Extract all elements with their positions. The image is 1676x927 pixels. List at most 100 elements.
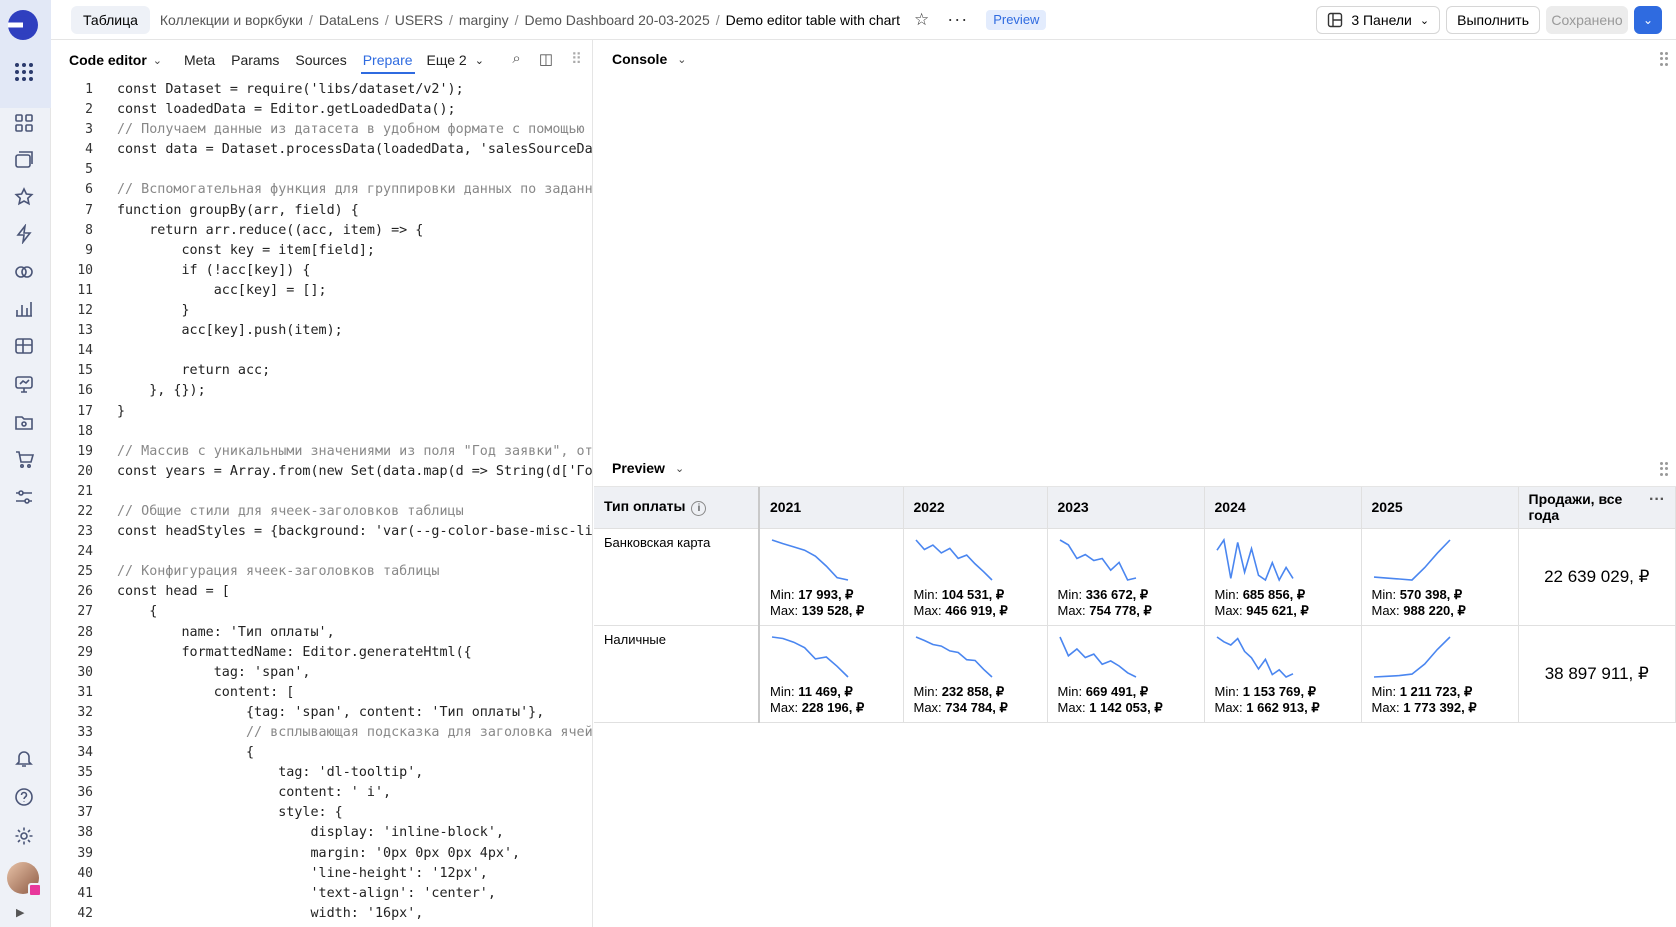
code-text[interactable]: margin: '0px 0px 0px 4px', bbox=[93, 844, 520, 864]
code-line[interactable]: 23 const headStyles = {background: 'var(-… bbox=[51, 522, 592, 542]
code-line[interactable]: 7 function groupBy(arr, field) { bbox=[51, 201, 592, 221]
code-line[interactable]: 10 if (!acc[key]) { bbox=[51, 261, 592, 281]
code-line[interactable]: 26 const head = [ bbox=[51, 582, 592, 602]
code-text[interactable]: width: '16px', bbox=[93, 904, 423, 924]
sparkline-chart[interactable] bbox=[914, 537, 994, 583]
code-line[interactable]: 4 const data = Dataset.processData(loaded… bbox=[51, 140, 592, 160]
editor-title[interactable]: Code editor bbox=[69, 52, 147, 68]
code-text[interactable]: tag: 'span', bbox=[93, 663, 311, 683]
sparkline-chart[interactable] bbox=[1372, 634, 1452, 680]
sparkline-chart[interactable] bbox=[914, 634, 994, 680]
code-line[interactable]: 21 bbox=[51, 482, 592, 502]
code-line[interactable]: 30 tag: 'span', bbox=[51, 663, 592, 683]
code-line[interactable]: 31 content: [ bbox=[51, 683, 592, 703]
charts-icon[interactable] bbox=[12, 297, 36, 321]
tab-meta[interactable]: Meta bbox=[182, 40, 217, 80]
code-line[interactable]: 6// Вспомогательная функция для группиро… bbox=[51, 180, 592, 200]
sparkline-chart[interactable] bbox=[1058, 537, 1138, 583]
files-folder-icon[interactable] bbox=[12, 410, 36, 434]
code-line[interactable]: 32 {tag: 'span', content: 'Тип оплаты'}, bbox=[51, 703, 592, 723]
code-line[interactable]: 41 'text-align': 'center', bbox=[51, 884, 592, 904]
code-line[interactable]: 12 } bbox=[51, 301, 592, 321]
code-line[interactable]: 29 formattedName: Editor.generateHtml({ bbox=[51, 643, 592, 663]
code-line[interactable]: 3// Получаем данные из датасета в удобно… bbox=[51, 120, 592, 140]
column-menu-icon[interactable]: ··· bbox=[1649, 491, 1665, 509]
favorite-star-icon[interactable]: ☆ bbox=[914, 10, 929, 30]
code-line[interactable]: 34 { bbox=[51, 743, 592, 763]
chevron-down-icon[interactable]: ⌄ bbox=[677, 53, 686, 66]
code-text[interactable]: return acc; bbox=[93, 361, 270, 381]
column-header[interactable]: 2023 bbox=[1047, 487, 1205, 528]
settings-sliders-icon[interactable] bbox=[12, 485, 36, 509]
console-header[interactable]: Console ⌄ bbox=[594, 40, 1676, 78]
code-text[interactable]: // Конфигурация ячеек-заголовков таблицы bbox=[93, 562, 439, 582]
collections-icon[interactable] bbox=[12, 148, 36, 172]
code-line[interactable]: 5 bbox=[51, 160, 592, 180]
code-text[interactable]: content: ' i', bbox=[93, 783, 391, 803]
user-avatar[interactable] bbox=[7, 862, 42, 897]
saved-button[interactable]: Сохранено bbox=[1546, 6, 1628, 34]
code-area[interactable]: 1 const Dataset = require('libs/dataset/v… bbox=[51, 80, 592, 927]
drag-handle-icon[interactable]: ⠿ bbox=[571, 50, 582, 68]
code-line[interactable]: 13 acc[key].push(item); bbox=[51, 321, 592, 341]
settings-gear-icon[interactable] bbox=[12, 824, 36, 848]
code-line[interactable]: 35 tag: 'dl-tooltip', bbox=[51, 763, 592, 783]
code-text[interactable]: const years = Array.from(new Set(data.ma… bbox=[93, 462, 592, 482]
code-line[interactable]: 27 { bbox=[51, 602, 592, 622]
code-line[interactable]: 14 bbox=[51, 341, 592, 361]
code-line[interactable]: 2 const loadedData = Editor.getLoadedData… bbox=[51, 100, 592, 120]
code-text[interactable]: } bbox=[93, 301, 189, 321]
column-header[interactable]: ··· Продажи, все года bbox=[1518, 487, 1676, 528]
preview-header[interactable]: Preview ⌄ bbox=[594, 449, 684, 487]
info-icon[interactable]: i bbox=[691, 501, 707, 517]
code-text[interactable]: const loadedData = Editor.getLoadedData(… bbox=[93, 100, 456, 120]
code-line[interactable]: 18 bbox=[51, 422, 592, 442]
datasets-icon[interactable] bbox=[12, 260, 36, 284]
code-text[interactable]: { bbox=[93, 602, 157, 622]
drag-handle-icon[interactable] bbox=[1660, 52, 1668, 66]
code-text[interactable]: // Получаем данные из датасета в удобном… bbox=[93, 120, 592, 140]
sparkline-chart[interactable] bbox=[1372, 537, 1452, 583]
code-text[interactable] bbox=[93, 482, 117, 502]
code-line[interactable]: 25// Конфигурация ячеек-заголовков табли… bbox=[51, 562, 592, 582]
more-actions-icon[interactable]: ··· bbox=[947, 9, 968, 30]
tab-params[interactable]: Params bbox=[229, 40, 281, 80]
apps-grid-icon[interactable] bbox=[12, 60, 34, 82]
split-view-icon[interactable]: ◫ bbox=[539, 50, 553, 68]
code-line[interactable]: 24 bbox=[51, 542, 592, 562]
code-text[interactable]: content: [ bbox=[93, 683, 295, 703]
code-line[interactable]: 15 return acc; bbox=[51, 361, 592, 381]
code-text[interactable]: formattedName: Editor.generateHtml({ bbox=[93, 643, 471, 663]
code-line[interactable]: 38 display: 'inline-block', bbox=[51, 823, 592, 843]
search-icon[interactable]: ⌕ bbox=[512, 50, 520, 68]
code-text[interactable]: const headStyles = {background: 'var(--g… bbox=[93, 522, 592, 542]
datalens-logo-icon[interactable] bbox=[6, 8, 40, 42]
code-text[interactable]: // Вспомогательная функция для группиров… bbox=[93, 180, 592, 200]
code-text[interactable]: tag: 'dl-tooltip', bbox=[93, 763, 423, 783]
tab-prepare[interactable]: Prepare bbox=[360, 40, 415, 80]
code-text[interactable]: style: { bbox=[93, 803, 343, 823]
code-line[interactable]: 37 style: { bbox=[51, 803, 592, 823]
panels-layout-button[interactable]: 3 Панели ⌄ bbox=[1316, 6, 1441, 34]
code-text[interactable]: name: 'Тип оплаты', bbox=[93, 623, 334, 643]
code-text[interactable]: if (!acc[key]) { bbox=[93, 261, 310, 281]
favorites-star-icon[interactable] bbox=[12, 185, 36, 209]
chevron-down-icon[interactable]: ⌄ bbox=[675, 462, 684, 475]
code-text[interactable]: return arr.reduce((acc, item) => { bbox=[93, 221, 423, 241]
marketplace-cart-icon[interactable] bbox=[12, 447, 36, 471]
sparkline-chart[interactable] bbox=[1215, 634, 1295, 680]
code-text[interactable] bbox=[93, 422, 117, 442]
code-text[interactable]: const head = [ bbox=[93, 582, 230, 602]
breadcrumb-item[interactable]: DataLens bbox=[319, 12, 379, 28]
reports-monitor-icon[interactable] bbox=[12, 372, 36, 396]
code-line[interactable]: 20 const years = Array.from(new Set(data.… bbox=[51, 462, 592, 482]
code-text[interactable]: const key = item[field]; bbox=[93, 241, 375, 261]
code-text[interactable]: }, {}); bbox=[93, 381, 205, 401]
run-button[interactable]: Выполнить bbox=[1446, 6, 1540, 34]
code-text[interactable]: display: 'inline-block', bbox=[93, 823, 504, 843]
code-line[interactable]: 40 'line-height': '12px', bbox=[51, 864, 592, 884]
code-text[interactable]: acc[key] = []; bbox=[93, 281, 327, 301]
code-line[interactable]: 22// Общие стили для ячеек-заголовков та… bbox=[51, 502, 592, 522]
code-text[interactable]: {tag: 'span', content: 'Тип оплаты'}, bbox=[93, 703, 544, 723]
code-line[interactable]: 1 const Dataset = require('libs/dataset/v… bbox=[51, 80, 592, 100]
